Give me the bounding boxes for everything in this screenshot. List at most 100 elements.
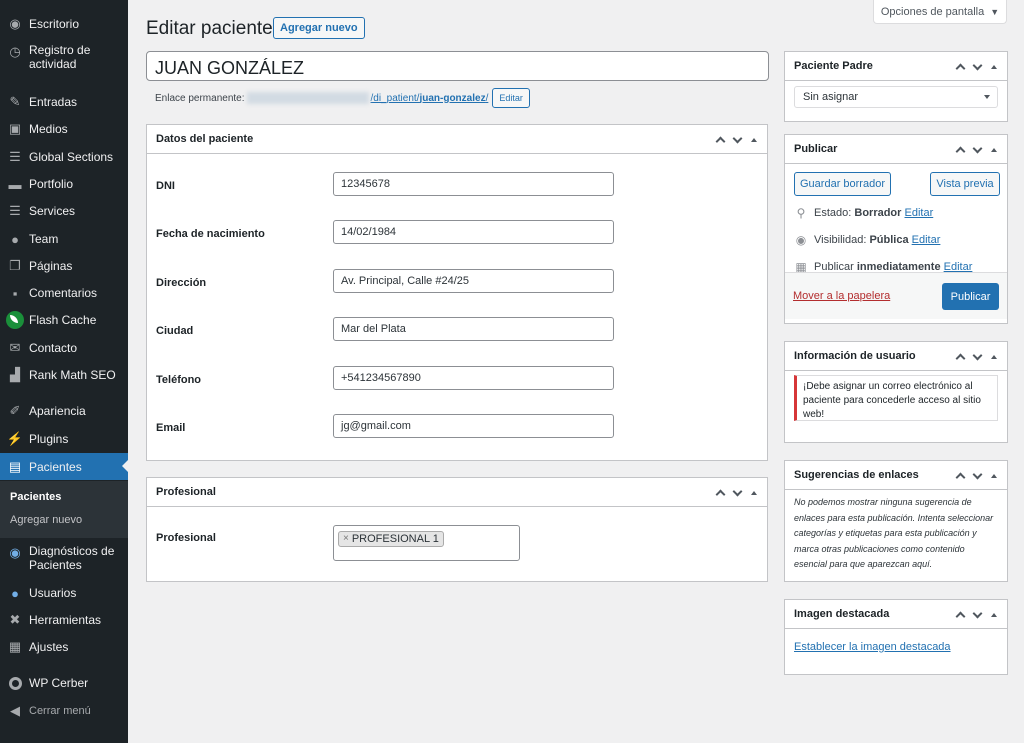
move-up-icon[interactable] (955, 63, 966, 74)
permalink-trailing: / (485, 92, 489, 104)
move-up-icon[interactable] (955, 611, 966, 622)
sidebar-item-label: Medios (29, 122, 68, 136)
permalink-blurred-domain (246, 92, 369, 104)
dni-label: DNI (156, 180, 175, 192)
professional-header: Profesional (147, 478, 767, 507)
sidebar-item-entradas[interactable]: ✎ Entradas (0, 91, 128, 113)
sidebar-item-team[interactable]: ● Team (0, 228, 128, 250)
parent-patient-title: Paciente Padre (794, 60, 873, 72)
settings-icon: ▦ (8, 639, 22, 654)
toggle-panel-icon[interactable] (991, 612, 997, 617)
move-up-icon[interactable] (715, 136, 726, 147)
sidebar-item-label: Registro de actividad (29, 43, 91, 71)
toggle-panel-icon[interactable] (751, 137, 757, 142)
set-featured-image-link[interactable]: Establecer la imagen destacada (794, 641, 951, 653)
permalink-slug: juan-gonzalez (419, 92, 486, 104)
permalink-edit-button[interactable]: Editar (492, 88, 530, 108)
sidebar-item-medios[interactable]: ▣ Medios (0, 118, 128, 140)
parent-patient-select[interactable]: Sin asignar (794, 86, 998, 108)
move-down-icon[interactable] (972, 60, 983, 70)
list-icon: ☰ (9, 149, 21, 164)
submenu-item-agregar-nuevo[interactable]: Agregar nuevo (10, 514, 82, 526)
sidebar-item-portfolio[interactable]: ▬ Portfolio (0, 173, 128, 195)
sidebar-item-rank-math[interactable]: ▟ Rank Math SEO (0, 364, 128, 386)
dashboard-icon: ◉ (9, 16, 21, 31)
birthdate-input[interactable]: 14/02/1984 (333, 220, 614, 244)
move-down-icon[interactable] (732, 486, 743, 496)
permalink-link[interactable]: /di_patient/juan-gonzalez/ (371, 93, 489, 104)
patient-data-header: Datos del paciente (147, 125, 767, 154)
link-suggestions-text: No podemos mostrar ninguna sugerencia de… (794, 497, 994, 569)
email-input[interactable]: jg@gmail.com (333, 414, 614, 438)
address-input[interactable]: Av. Principal, Calle #24/25 (333, 269, 614, 293)
link-suggestions-header: Sugerencias de enlaces (785, 461, 1007, 490)
toggle-panel-icon[interactable] (991, 147, 997, 152)
sidebar-item-label: Herramientas (29, 613, 102, 627)
status-edit-link[interactable]: Editar (905, 207, 934, 219)
user-info-header: Información de usuario (785, 342, 1007, 371)
sidebar-item-escritorio[interactable]: ◉ Escritorio (0, 13, 128, 35)
parent-patient-box: Paciente Padre Sin asignar (784, 51, 1008, 122)
sidebar-item-diagnosticos[interactable]: ◉ Diagnósticos de Pacientes (0, 544, 128, 576)
move-down-icon[interactable] (732, 133, 743, 143)
sidebar-item-registro[interactable]: ◷ Registro de actividad (0, 43, 128, 75)
move-to-trash-link[interactable]: Mover a la papelera (793, 290, 890, 302)
toggle-panel-icon[interactable] (991, 354, 997, 359)
sidebar-item-services[interactable]: ☰ Services (0, 200, 128, 222)
featured-image-title: Imagen destacada (794, 608, 890, 620)
add-new-button[interactable]: Agregar nuevo (273, 17, 365, 39)
sidebar-item-global-sections[interactable]: ☰ Global Sections (0, 146, 128, 168)
sidebar-item-plugins[interactable]: ⚡ Plugins (0, 428, 128, 450)
professional-select[interactable]: × PROFESIONAL 1 (333, 525, 520, 561)
remove-token-icon[interactable]: × (343, 533, 349, 544)
sidebar-item-ajustes[interactable]: ▦ Ajustes (0, 636, 128, 658)
preview-button[interactable]: Vista previa (930, 172, 1000, 196)
sidebar-item-label: Flash Cache (29, 313, 97, 327)
sidebar-item-wp-cerber[interactable]: WP Cerber (0, 672, 128, 694)
sidebar-item-flash-cache[interactable]: Flash Cache (0, 309, 128, 331)
post-title-input[interactable]: JUAN GONZÁLEZ (146, 51, 769, 81)
phone-input[interactable]: +541234567890 (333, 366, 614, 390)
toggle-panel-icon[interactable] (991, 473, 997, 478)
visibility-edit-link[interactable]: Editar (912, 234, 941, 246)
email-warning-notice: ¡Debe asignar un correo electrónico al p… (794, 375, 998, 421)
chart-icon: ▟ (10, 367, 20, 382)
eye-icon: ◉ (795, 233, 807, 247)
sidebar-item-label: Escritorio (29, 17, 80, 31)
pin-icon: ⚲ (796, 206, 806, 220)
permalink-row: Enlace permanente: /di_patient/juan-gonz… (155, 88, 530, 108)
dni-input[interactable]: 12345678 (333, 172, 614, 196)
move-up-icon[interactable] (955, 146, 966, 157)
permalink-label: Enlace permanente: (155, 92, 245, 104)
move-down-icon[interactable] (972, 350, 983, 360)
sidebar-item-apariencia[interactable]: ✐ Apariencia (0, 400, 128, 422)
pages-icon: ❐ (9, 258, 21, 273)
screen-options-button[interactable]: Opciones de pantalla ▼ (873, 0, 1007, 24)
list-icon: ☰ (9, 203, 21, 218)
toggle-panel-icon[interactable] (991, 64, 997, 69)
publish-button[interactable]: Publicar (942, 283, 999, 310)
city-label: Ciudad (156, 325, 194, 337)
leaf-icon (6, 311, 24, 329)
media-icon: ▣ (8, 121, 22, 136)
move-down-icon[interactable] (972, 143, 983, 153)
move-up-icon[interactable] (715, 489, 726, 500)
link-suggestions-box: Sugerencias de enlaces No podemos mostra… (784, 460, 1008, 582)
move-down-icon[interactable] (972, 608, 983, 618)
move-down-icon[interactable] (972, 469, 983, 479)
sidebar-item-usuarios[interactable]: ● Usuarios (0, 582, 128, 604)
sidebar-item-paginas[interactable]: ❐ Páginas (0, 255, 128, 277)
toggle-panel-icon[interactable] (751, 490, 757, 495)
move-up-icon[interactable] (955, 472, 966, 483)
sidebar-item-herramientas[interactable]: ✖ Herramientas (0, 609, 128, 631)
birthdate-label: Fecha de nacimiento (156, 228, 265, 240)
move-up-icon[interactable] (955, 353, 966, 364)
sidebar-item-pacientes[interactable]: ▤ Pacientes (0, 453, 128, 480)
sidebar-collapse-menu[interactable]: ◀ Cerrar menú (0, 700, 128, 722)
submenu-item-pacientes[interactable]: Pacientes (10, 491, 61, 503)
save-draft-button[interactable]: Guardar borrador (794, 172, 891, 196)
sidebar-item-comentarios[interactable]: ▪ Comentarios (0, 282, 128, 304)
user-info-box: Información de usuario ¡Debe asignar un … (784, 341, 1008, 443)
sidebar-item-contacto[interactable]: ✉ Contacto (0, 337, 128, 359)
city-input[interactable]: Mar del Plata (333, 317, 614, 341)
